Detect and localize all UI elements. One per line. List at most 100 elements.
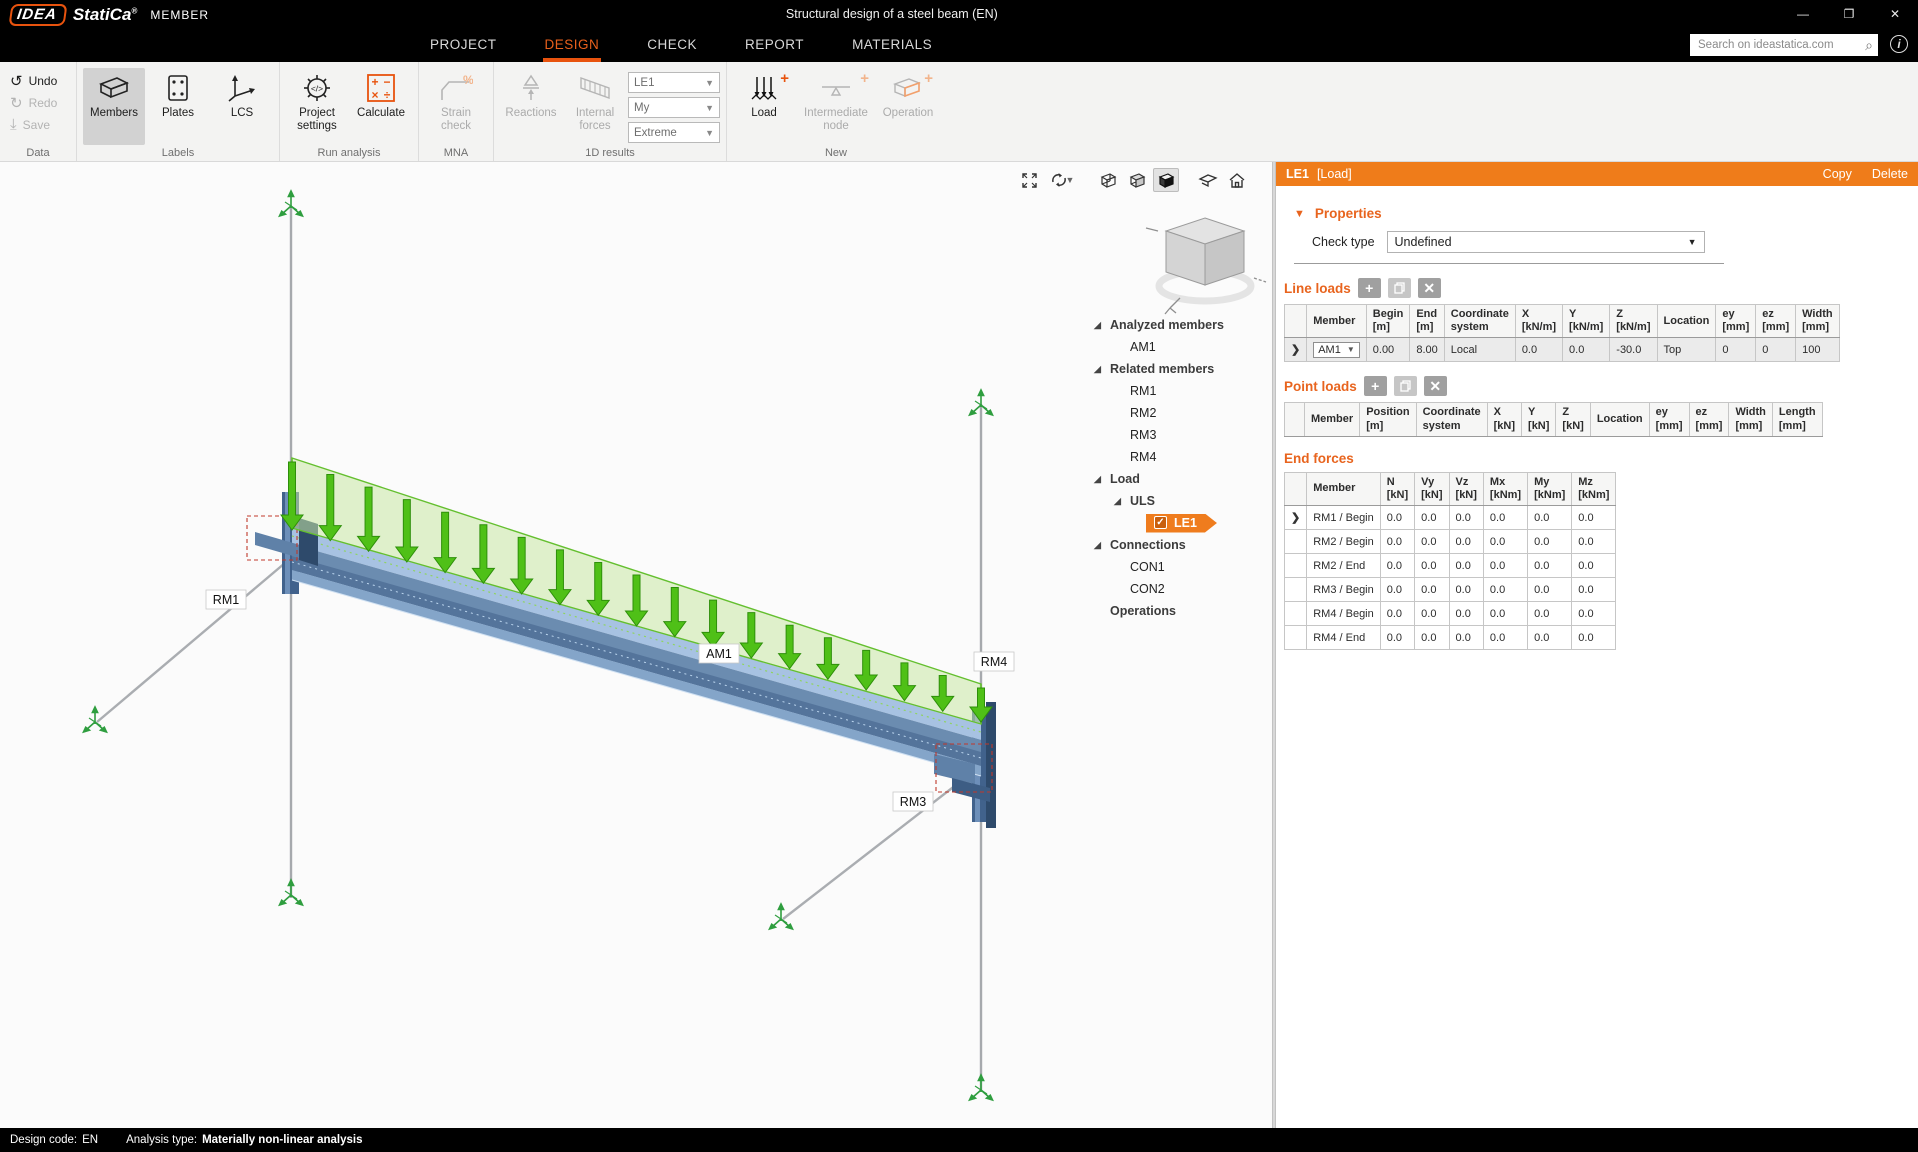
plates-button[interactable]: Plates — [147, 68, 209, 145]
rotate-view-icon[interactable]: ▼ — [1045, 168, 1079, 192]
chevron-down-icon[interactable]: ▼ — [1066, 175, 1075, 185]
solid-view-icon[interactable] — [1153, 168, 1179, 192]
load-effect-select[interactable]: LE1 ▼ — [628, 72, 720, 93]
menu-tab-project[interactable]: PROJECT — [428, 28, 499, 62]
delete-button[interactable]: Delete — [1872, 167, 1908, 181]
tree-expander-icon[interactable]: ◢ — [1094, 364, 1101, 375]
row-selector[interactable] — [1283, 577, 1308, 603]
check-type-select[interactable]: Undefined ▼ — [1386, 231, 1705, 253]
extreme-select[interactable]: Extreme ▼ — [628, 122, 720, 143]
table-row[interactable]: RM2 / End 0.0 0.0 0.0 0.0 0.0 0.0 — [1283, 553, 1617, 579]
reactions-button: Reactions — [500, 68, 562, 145]
column-header: Width [mm] — [1728, 402, 1773, 437]
design-code-value: EN — [82, 1134, 99, 1146]
row-selector[interactable] — [1283, 529, 1308, 555]
tree-item-le1[interactable]: ✓ LE1 — [1088, 512, 1260, 534]
clipping-view-icon[interactable] — [1195, 168, 1221, 192]
table-row[interactable]: RM3 / Begin 0.0 0.0 0.0 0.0 0.0 0.0 — [1283, 577, 1617, 603]
fit-view-icon[interactable] — [1016, 168, 1042, 192]
tree-item-rm2[interactable]: RM2 — [1088, 402, 1260, 424]
menu-tab-design[interactable]: DESIGN — [542, 28, 602, 62]
delete-line-load-button[interactable]: ✕ — [1417, 278, 1441, 298]
tree-item-rm3[interactable]: RM3 — [1088, 424, 1260, 446]
table-cell: RM4 / End — [1306, 625, 1381, 651]
tree-item-con1[interactable]: CON1 — [1088, 556, 1260, 578]
row-selector[interactable]: ❯ — [1283, 505, 1308, 531]
tree-item-rm1[interactable]: RM1 — [1088, 380, 1260, 402]
search-box[interactable]: ⌕ — [1690, 34, 1878, 56]
tree-item-related-members[interactable]: ◢ Related members — [1088, 358, 1260, 380]
member-label-am1[interactable]: AM1 — [698, 643, 740, 664]
menu-tab-materials[interactable]: MATERIALS — [850, 28, 934, 62]
tree-item-label: Analyzed members — [1110, 318, 1224, 332]
row-selector[interactable]: ❯ — [1283, 337, 1308, 363]
reactions-icon — [516, 72, 546, 104]
tree-item-uls[interactable]: ◢ ULS — [1088, 490, 1260, 512]
load-case-checkbox[interactable]: ✓ — [1154, 516, 1167, 529]
table-row[interactable]: RM4 / End 0.0 0.0 0.0 0.0 0.0 0.0 — [1283, 625, 1617, 651]
model-3d-viewport[interactable]: ▼ RM1 AM1 RM4 RM3 ◢ Analyzed members AM1… — [0, 162, 1272, 1128]
member-label-rm4[interactable]: RM4 — [973, 651, 1015, 672]
row-selector[interactable] — [1283, 553, 1308, 579]
tree-expander-icon[interactable]: ◢ — [1094, 540, 1101, 551]
view-cube[interactable] — [1145, 217, 1267, 315]
new-load-button[interactable]: + Load — [733, 68, 795, 145]
tree-item-con2[interactable]: CON2 — [1088, 578, 1260, 600]
table-cell: Local — [1443, 337, 1516, 363]
tree-expander-icon[interactable]: ◢ — [1114, 496, 1121, 507]
column-header: Mx [kNm] — [1482, 471, 1529, 507]
row-selector[interactable] — [1283, 625, 1308, 651]
tree-item-analyzed-members[interactable]: ◢ Analyzed members — [1088, 314, 1260, 336]
column-header: ez [mm] — [1688, 402, 1730, 437]
undo-button[interactable]: ↺ Undo — [6, 72, 70, 90]
tree-item-operations[interactable]: Operations — [1088, 600, 1260, 622]
add-point-load-button[interactable]: + — [1363, 376, 1387, 397]
add-line-load-button[interactable]: + — [1357, 278, 1381, 298]
column-header: X [kN/m] — [1514, 303, 1564, 339]
model-3d-scene[interactable]: RM1 AM1 RM4 RM3 — [0, 162, 1272, 1128]
maximize-button[interactable]: ❐ — [1826, 0, 1872, 28]
column-header: Width [mm] — [1795, 303, 1840, 339]
minimize-button[interactable]: — — [1780, 0, 1826, 28]
table-row[interactable]: RM2 / Begin 0.0 0.0 0.0 0.0 0.0 0.0 — [1283, 529, 1617, 555]
save-icon: ⤓ — [10, 116, 17, 133]
project-settings-button[interactable]: </> Project settings — [286, 68, 348, 145]
wireframe-view-icon[interactable] — [1095, 168, 1121, 192]
search-input[interactable] — [1698, 39, 1866, 51]
home-view-icon[interactable] — [1224, 168, 1250, 192]
close-button[interactable]: ✕ — [1872, 0, 1918, 28]
menu-tab-check[interactable]: CHECK — [645, 28, 699, 62]
collapse-triangle-icon[interactable]: ▼ — [1294, 208, 1305, 220]
tree-item-label: CON1 — [1130, 560, 1165, 574]
row-selector[interactable] — [1283, 601, 1308, 627]
calculate-button[interactable]: + − × ÷ Calculate — [350, 68, 412, 145]
table-row[interactable]: ❯ AM1 ▼ 0.00 8.00 Local 0.0 0.0 -30.0 Top 0 0 100 — [1283, 337, 1840, 363]
tree-expander-icon[interactable]: ◢ — [1094, 320, 1101, 331]
lcs-button[interactable]: LCS — [211, 68, 273, 145]
tree-item-am1[interactable]: AM1 — [1088, 336, 1260, 358]
transparent-view-icon[interactable] — [1124, 168, 1150, 192]
component-select[interactable]: My ▼ — [628, 97, 720, 118]
column-header: Z [kN] — [1555, 402, 1591, 437]
plates-icon — [165, 72, 191, 104]
member-label-rm3[interactable]: RM3 — [892, 791, 934, 812]
member-select[interactable]: AM1 ▼ — [1313, 341, 1360, 358]
members-button[interactable]: Members — [83, 68, 145, 145]
copy-button[interactable]: Copy — [1823, 167, 1852, 181]
delete-point-load-button[interactable]: ✕ — [1423, 376, 1447, 397]
tree-expander-icon[interactable]: ◢ — [1094, 474, 1101, 485]
table-cell: 0.0 — [1414, 505, 1450, 531]
tree-item-load[interactable]: ◢ Load — [1088, 468, 1260, 490]
menu-tab-report[interactable]: REPORT — [743, 28, 806, 62]
lcs-icon — [227, 72, 257, 104]
table-row[interactable]: ❯ RM1 / Begin 0.0 0.0 0.0 0.0 0.0 0.0 — [1283, 505, 1617, 531]
search-icon[interactable]: ⌕ — [1865, 37, 1873, 54]
tree-item-connections[interactable]: ◢ Connections — [1088, 534, 1260, 556]
tree-item-rm4[interactable]: RM4 — [1088, 446, 1260, 468]
member-label-rm1[interactable]: RM1 — [205, 589, 247, 610]
table-row[interactable]: RM4 / Begin 0.0 0.0 0.0 0.0 0.0 0.0 — [1283, 601, 1617, 627]
table-cell: 0.0 — [1379, 601, 1416, 627]
diagonal-member-rm1[interactable] — [96, 551, 299, 723]
strain-check-button: % Strain check — [440, 74, 473, 133]
info-icon[interactable]: i — [1890, 35, 1908, 53]
